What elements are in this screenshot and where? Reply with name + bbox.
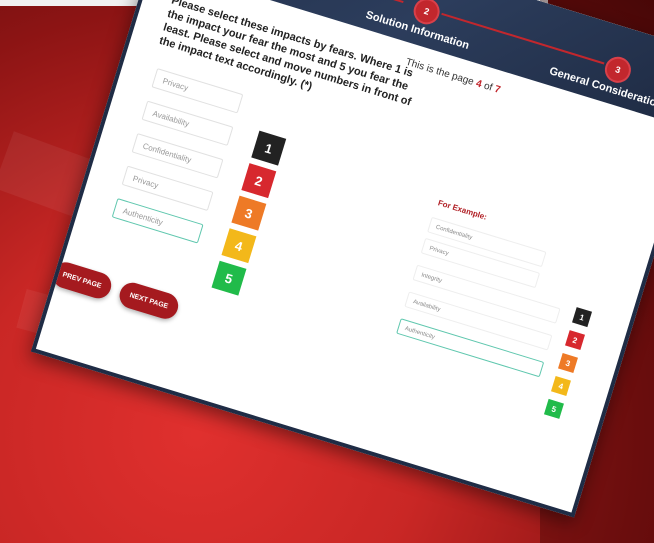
example-number-1: 1 (572, 307, 593, 328)
survey-card: rmation 2 Solution Information 3 General… (30, 0, 654, 518)
example-number-5: 5 (543, 398, 564, 419)
rank-number-3[interactable]: 3 (231, 195, 267, 231)
example-number-2: 2 (565, 330, 585, 351)
rank-number-2[interactable]: 2 (241, 163, 277, 199)
example-number-4: 4 (550, 375, 571, 396)
survey-card-wrapper: rmation 2 Solution Information 3 General… (30, 0, 654, 518)
rank-number-1[interactable]: 1 (251, 130, 287, 166)
wizard-step-label[interactable]: General Considerations (548, 65, 654, 113)
next-page-button[interactable]: NEXT PAGE (116, 279, 182, 322)
rank-number-5[interactable]: 5 (211, 260, 247, 296)
rank-number-4[interactable]: 4 (221, 228, 257, 264)
example-title: For Example: (436, 198, 489, 222)
prev-page-button[interactable]: PREV PAGE (49, 259, 115, 302)
example-number-3: 3 (558, 353, 578, 373)
